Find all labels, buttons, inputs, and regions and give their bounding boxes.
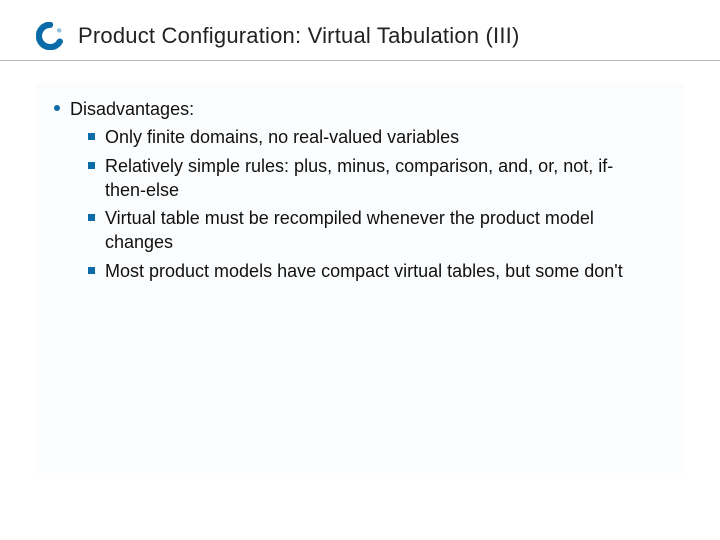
slide-title: Product Configuration: Virtual Tabulatio… — [78, 23, 520, 49]
square-bullet-icon — [88, 214, 95, 221]
content-panel: Disadvantages: Only finite domains, no r… — [36, 83, 684, 473]
bullet-heading-row: Disadvantages: — [54, 97, 666, 121]
sub-bullet-text: Most product models have compact virtual… — [105, 259, 623, 283]
sub-bullet-text: Relatively simple rules: plus, minus, co… — [105, 154, 645, 203]
slide-header: Product Configuration: Virtual Tabulatio… — [0, 0, 720, 60]
bullet-heading: Disadvantages: — [70, 97, 194, 121]
logo-icon — [36, 22, 64, 50]
square-bullet-icon — [88, 133, 95, 140]
list-item: Only finite domains, no real-valued vari… — [88, 125, 666, 149]
sub-bullet-text: Virtual table must be recompiled wheneve… — [105, 206, 645, 255]
list-item: Most product models have compact virtual… — [88, 259, 666, 283]
sub-bullet-text: Only finite domains, no real-valued vari… — [105, 125, 459, 149]
list-item: Virtual table must be recompiled wheneve… — [88, 206, 666, 255]
slide: Product Configuration: Virtual Tabulatio… — [0, 0, 720, 540]
list-item: Relatively simple rules: plus, minus, co… — [88, 154, 666, 203]
square-bullet-icon — [88, 267, 95, 274]
sub-bullet-list: Only finite domains, no real-valued vari… — [88, 125, 666, 283]
bullet-dot-icon — [54, 105, 60, 111]
divider — [0, 60, 720, 61]
square-bullet-icon — [88, 162, 95, 169]
